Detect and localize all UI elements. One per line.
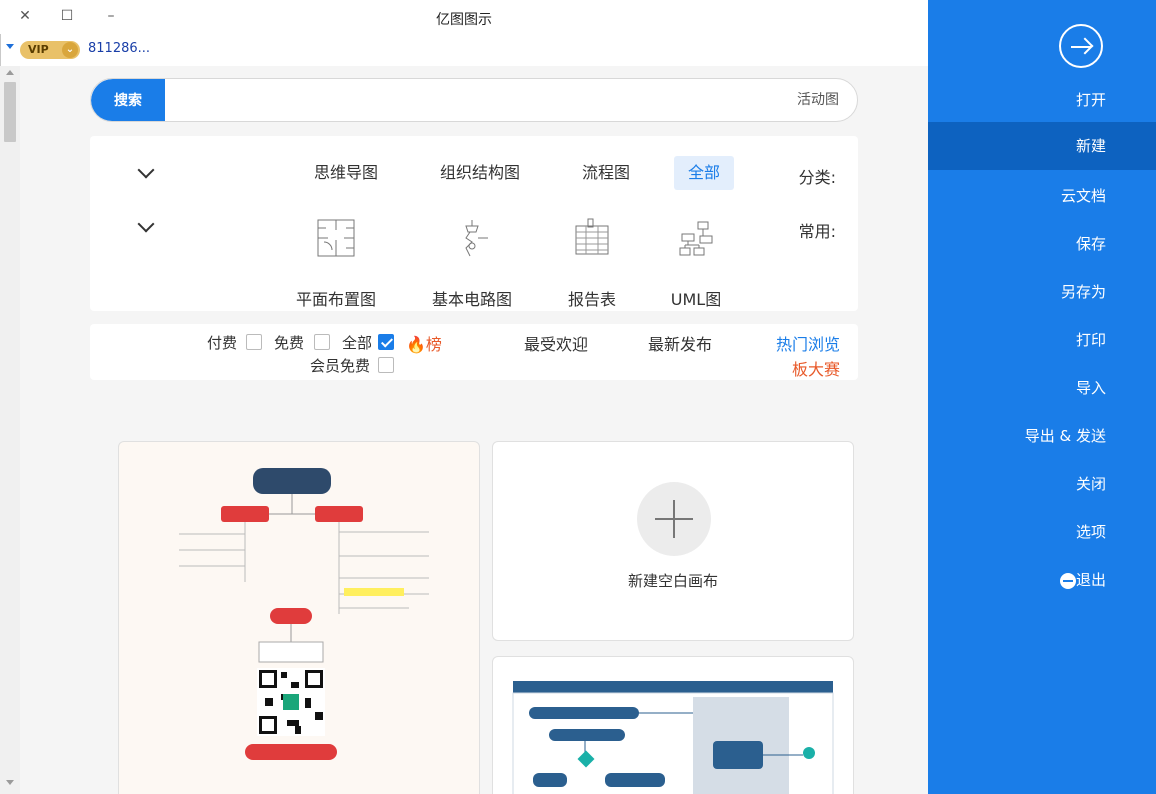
vip-chevron-icon: ⌄ [62,42,78,58]
checkbox-free[interactable] [314,334,330,350]
checkbox-member-free[interactable] [378,357,394,373]
user-name[interactable]: 811286... [88,41,150,56]
menu-import[interactable]: 导入 [928,364,1156,412]
search-button[interactable]: 搜索 [91,79,165,121]
tab-ranking[interactable]: 🔥榜 [406,331,442,355]
scrollbar[interactable] [0,66,20,794]
menu-exit[interactable]: 退出 [928,556,1156,604]
template-gallery: 搜索 分类: 全部 流程图 组织结构图 思维导图 常用: UML图 报告表 [20,66,928,794]
back-arrow-icon[interactable] [1059,24,1103,68]
menu-export-send[interactable]: 导出 & 发送 [928,412,1156,460]
tool-floor-plan[interactable]: 平面布置图 [281,286,391,310]
menu-open[interactable]: 打开 [928,76,1156,124]
plus-icon [637,482,711,556]
category-label: 分类: [798,168,836,187]
uml-diagram-icon[interactable] [676,218,716,258]
option-member-free-label: 会员免费 [310,357,371,375]
contest-link[interactable]: 板大赛 [792,356,840,380]
window-title: 亿图图示 [436,12,492,28]
template-card-activity[interactable] [492,656,854,794]
vip-badge[interactable]: VIP ⌄ [20,41,80,59]
option-free-label: 免费 [274,334,305,352]
common-label: 常用: [798,222,836,241]
report-table-icon[interactable] [572,218,612,258]
search-bar: 搜索 [90,78,858,122]
search-input[interactable] [239,91,839,107]
floor-plan-icon[interactable] [316,218,356,258]
menu-cloud-docs[interactable]: 云文档 [928,172,1156,220]
category-mindmap[interactable]: 思维导图 [300,156,392,190]
template-card-mindmap[interactable] [118,441,480,794]
menu-save-as[interactable]: 另存为 [928,268,1156,316]
exit-icon [1059,572,1076,589]
tool-uml[interactable]: UML图 [641,286,751,310]
scrollbar-thumb[interactable] [4,82,16,142]
category-panel: 分类: 全部 流程图 组织结构图 思维导图 常用: UML图 报告表 基本电路图… [90,136,858,311]
tool-report[interactable]: 报告表 [537,286,647,310]
fire-icon: 🔥 [406,335,426,354]
category-all[interactable]: 全部 [674,156,735,190]
menu-close[interactable]: 关闭 [928,460,1156,508]
account-dropdown-icon[interactable] [6,44,14,49]
option-all-label: 全部 [342,334,373,352]
checkbox-all[interactable] [378,334,394,350]
tab-hot[interactable]: 热门浏览 [776,331,840,355]
menu-options[interactable]: 选项 [928,508,1156,556]
circuit-diagram-icon[interactable] [452,218,492,258]
category-flowchart[interactable]: 流程图 [568,156,644,190]
template-thumbnail [512,681,834,794]
tab-latest[interactable]: 最新发布 [648,331,712,355]
menu-new[interactable]: 新建 [928,122,1156,170]
category-org-chart[interactable]: 组织结构图 [426,156,534,190]
tab-popular[interactable]: 最受欢迎 [524,331,588,355]
scroll-down-icon[interactable] [6,780,14,785]
title-bar: ✕ ☐ – 亿图图示 [0,0,928,34]
chevron-down-icon[interactable] [137,215,155,233]
tool-circuit[interactable]: 基本电路图 [417,286,527,310]
new-blank-label: 新建空白画布 [627,572,718,590]
menu-print[interactable]: 打印 [928,316,1156,364]
menu-save[interactable]: 保存 [928,220,1156,268]
file-menu-sidebar: 打开 新建 云文档 保存 另存为 打印 导入 导出 & 发送 关闭 选项 退出 [928,0,1156,794]
scroll-up-icon[interactable] [6,70,14,75]
template-thumbnail [179,468,429,760]
chevron-down-icon[interactable] [137,161,155,179]
filter-panel: 热门浏览 最新发布 最受欢迎 🔥榜 板大赛 全部 免费 付费 会员免费 [90,324,858,380]
new-blank-card[interactable]: 新建空白画布 [492,441,854,641]
option-paid-label: 付费 [207,334,238,352]
checkbox-paid[interactable] [246,334,262,350]
